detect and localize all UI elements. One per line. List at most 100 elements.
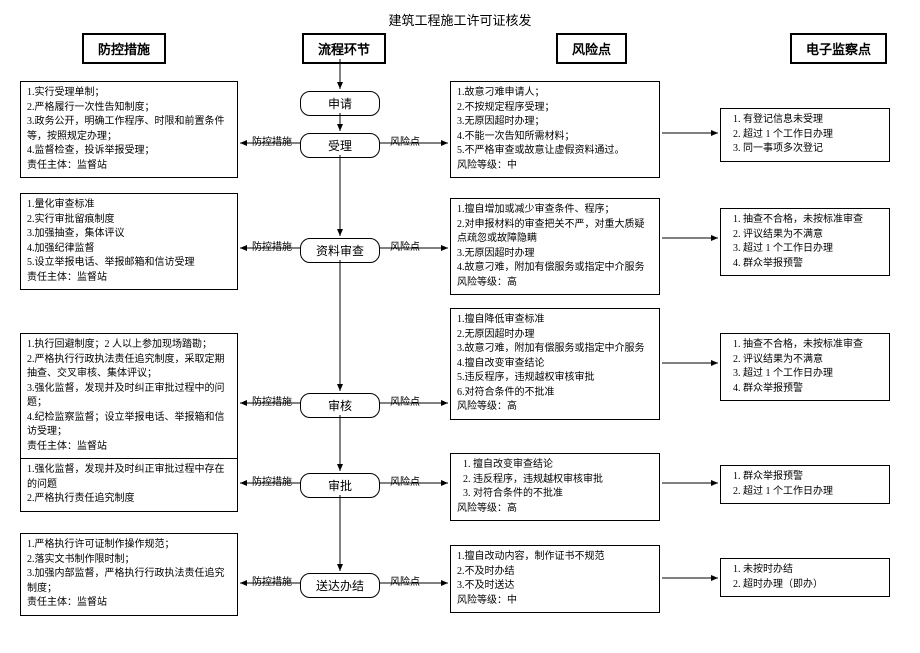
text-line: 2.无原因超时办理 bbox=[457, 328, 653, 343]
text-line: 风险等级：中 bbox=[457, 159, 653, 174]
label-prev-4: 防控措施 bbox=[252, 473, 292, 488]
header-prevention: 防控措施 bbox=[82, 33, 166, 64]
header-process: 流程环节 bbox=[302, 33, 386, 64]
label-risk-4: 风险点 bbox=[390, 473, 420, 488]
risk-4-level: 风险等级：高 bbox=[457, 502, 653, 517]
text-line: 1.实行受理单制； bbox=[27, 86, 231, 101]
text-line: 5.设立举报电话、举报邮箱和信访受理 bbox=[27, 256, 231, 271]
text-line: 1.擅自增加或减少审查条件、程序； bbox=[457, 203, 653, 218]
label-risk-3: 风险点 bbox=[390, 393, 420, 408]
list-item: 有登记信息未受理 bbox=[743, 113, 883, 128]
text-line: 1.故意刁难申请人； bbox=[457, 86, 653, 101]
header-risk: 风险点 bbox=[556, 33, 627, 64]
node-deliver: 送达办结 bbox=[300, 573, 380, 598]
list-item: 擅自改变审查结论 bbox=[473, 458, 653, 473]
label-prev-3: 防控措施 bbox=[252, 393, 292, 408]
text-line: 4.监督检查，投诉举报受理； bbox=[27, 144, 231, 159]
node-approve: 审批 bbox=[300, 473, 380, 498]
text-line: 2.不及时办结 bbox=[457, 565, 653, 580]
label-risk-5: 风险点 bbox=[390, 573, 420, 588]
header-monitor: 电子监察点 bbox=[790, 33, 887, 64]
text-line: 风险等级：中 bbox=[457, 594, 653, 609]
text-line: 4.故意刁难，附加有偿服务或指定中介服务 bbox=[457, 261, 653, 276]
text-line: 风险等级：高 bbox=[457, 276, 653, 291]
list-item: 对符合条件的不批准 bbox=[473, 487, 653, 502]
text-line: 3.强化监督，发现并及时纠正审批过程中的问题； bbox=[27, 382, 231, 411]
text-line: 责任主体：监督站 bbox=[27, 271, 231, 286]
risk-box-2: 1.擅自增加或减少审查条件、程序；2.对申报材料的审查把关不严，对重大质疑点疏忽… bbox=[450, 198, 660, 295]
text-line: 1.严格执行许可证制作操作规范； bbox=[27, 538, 231, 553]
list-item: 评议结果为不满意 bbox=[743, 353, 883, 368]
list-item: 群众举报预警 bbox=[743, 470, 883, 485]
label-risk-1: 风险点 bbox=[390, 133, 420, 148]
list-item: 同一事项多次登记 bbox=[743, 142, 883, 157]
list-item: 超过 1 个工作日办理 bbox=[743, 367, 883, 382]
text-line: 2.严格执行行政执法责任追究制度，采取定期抽查、交叉审核、集体评议； bbox=[27, 353, 231, 382]
list-item: 群众举报预警 bbox=[743, 382, 883, 397]
text-line: 1.擅自改动内容，制作证书不规范 bbox=[457, 550, 653, 565]
label-prev-2: 防控措施 bbox=[252, 238, 292, 253]
text-line: 风险等级：高 bbox=[457, 400, 653, 415]
text-line: 4.纪检监察监督；设立举报电话、举报箱和信访受理； bbox=[27, 411, 231, 440]
text-line: 2.严格执行责任追究制度 bbox=[27, 492, 231, 507]
text-line: 2.严格履行一次性告知制度； bbox=[27, 101, 231, 116]
prevention-box-4: 1.强化监督，发现并及时纠正审批过程中存在的问题2.严格执行责任追究制度 bbox=[20, 458, 238, 512]
monitor-box-4: 群众举报预警超过 1 个工作日办理 bbox=[720, 465, 890, 504]
risk-box-3: 1.擅自降低审查标准2.无原因超时办理3.故意刁难，附加有偿服务或指定中介服务4… bbox=[450, 308, 660, 420]
text-line: 1.强化监督，发现并及时纠正审批过程中存在的问题 bbox=[27, 463, 231, 492]
text-line: 5.不严格审查或故意让虚假资料通过。 bbox=[457, 144, 653, 159]
prevention-box-3: 1.执行回避制度；2 人以上参加现场踏勘；2.严格执行行政执法责任追究制度，采取… bbox=[20, 333, 238, 459]
list-item: 抽查不合格，未按标准审查 bbox=[743, 213, 883, 228]
node-accept: 受理 bbox=[300, 133, 380, 158]
list-item: 违反程序，违规越权审核审批 bbox=[473, 473, 653, 488]
text-line: 3.不及时送达 bbox=[457, 579, 653, 594]
text-line: 4.不能一次告知所需材料； bbox=[457, 130, 653, 145]
text-line: 2.实行审批留痕制度 bbox=[27, 213, 231, 228]
risk-box-5: 1.擅自改动内容，制作证书不规范2.不及时办结3.不及时送达风险等级：中 bbox=[450, 545, 660, 613]
page-title: 建筑工程施工许可证核发 bbox=[20, 10, 900, 29]
monitor-box-2: 抽查不合格，未按标准审查评议结果为不满意超过 1 个工作日办理群众举报预警 bbox=[720, 208, 890, 276]
prevention-box-5: 1.严格执行许可证制作操作规范；2.落实文书制作限时制；3.加强内部监督，严格执… bbox=[20, 533, 238, 616]
text-line: 1.擅自降低审查标准 bbox=[457, 313, 653, 328]
text-line: 3.政务公开，明确工作程序、时限和前置条件等，按照规定办理； bbox=[27, 115, 231, 144]
text-line: 责任主体：监督站 bbox=[27, 596, 231, 611]
list-item: 超过 1 个工作日办理 bbox=[743, 485, 883, 500]
text-line: 1.量化审查标准 bbox=[27, 198, 231, 213]
text-line: 3.加强内部监督，严格执行行政执法责任追究制度； bbox=[27, 567, 231, 596]
list-item: 群众举报预警 bbox=[743, 257, 883, 272]
monitor-box-1: 有登记信息未受理超过 1 个工作日办理同一事项多次登记 bbox=[720, 108, 890, 162]
list-item: 评议结果为不满意 bbox=[743, 228, 883, 243]
list-item: 超时办理（即办） bbox=[743, 578, 883, 593]
text-line: 5.违反程序，违规越权审核审批 bbox=[457, 371, 653, 386]
node-review: 审核 bbox=[300, 393, 380, 418]
text-line: 4.擅自改变审查结论 bbox=[457, 357, 653, 372]
prevention-box-1: 1.实行受理单制；2.严格履行一次性告知制度；3.政务公开，明确工作程序、时限和… bbox=[20, 81, 238, 178]
prevention-box-2: 1.量化审查标准2.实行审批留痕制度3.加强抽查，集体评议4.加强纪律监督5.设… bbox=[20, 193, 238, 290]
text-line: 3.故意刁难，附加有偿服务或指定中介服务 bbox=[457, 342, 653, 357]
text-line: 3.无原因超时办理； bbox=[457, 115, 653, 130]
list-item: 抽查不合格，未按标准审查 bbox=[743, 338, 883, 353]
text-line: 4.加强纪律监督 bbox=[27, 242, 231, 257]
label-prev-5: 防控措施 bbox=[252, 573, 292, 588]
list-item: 未按时办结 bbox=[743, 563, 883, 578]
text-line: 2.不按规定程序受理； bbox=[457, 101, 653, 116]
label-risk-2: 风险点 bbox=[390, 238, 420, 253]
risk-box-1: 1.故意刁难申请人；2.不按规定程序受理；3.无原因超时办理；4.不能一次告知所… bbox=[450, 81, 660, 178]
text-line: 2.落实文书制作限时制； bbox=[27, 553, 231, 568]
label-prev-1: 防控措施 bbox=[252, 133, 292, 148]
risk-4-list: 擅自改变审查结论违反程序，违规越权审核审批对符合条件的不批准 bbox=[457, 458, 653, 502]
monitor-box-5: 未按时办结超时办理（即办） bbox=[720, 558, 890, 597]
text-line: 责任主体：监督站 bbox=[27, 440, 231, 455]
text-line: 2.对申报材料的审查把关不严，对重大质疑点疏忽或故障隐瞒 bbox=[457, 218, 653, 247]
list-item: 超过 1 个工作日办理 bbox=[743, 128, 883, 143]
list-item: 超过 1 个工作日办理 bbox=[743, 242, 883, 257]
risk-box-4: 擅自改变审查结论违反程序，违规越权审核审批对符合条件的不批准 风险等级：高 bbox=[450, 453, 660, 521]
node-material: 资料审查 bbox=[300, 238, 380, 263]
text-line: 6.对符合条件的不批准 bbox=[457, 386, 653, 401]
text-line: 责任主体：监督站 bbox=[27, 159, 231, 174]
monitor-box-3: 抽查不合格，未按标准审查评议结果为不满意超过 1 个工作日办理群众举报预警 bbox=[720, 333, 890, 401]
text-line: 3.加强抽查，集体评议 bbox=[27, 227, 231, 242]
node-apply: 申请 bbox=[300, 91, 380, 116]
text-line: 1.执行回避制度；2 人以上参加现场踏勘； bbox=[27, 338, 231, 353]
text-line: 3.无原因超时办理 bbox=[457, 247, 653, 262]
